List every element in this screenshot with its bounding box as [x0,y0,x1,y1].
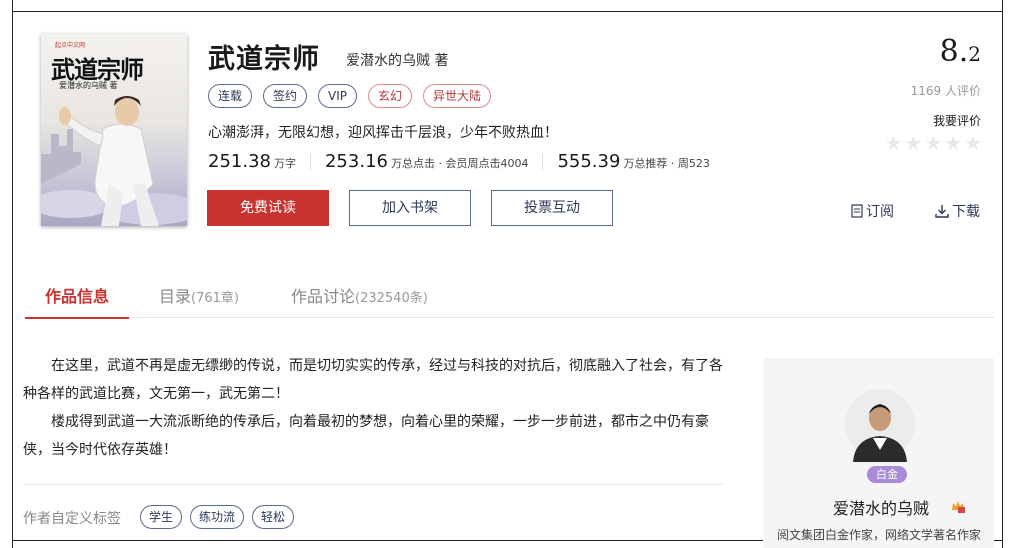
book-cover[interactable]: 起点中文网 武道宗师 爱潜水的乌贼 著 [41,34,187,226]
subscribe-label: 订阅 [866,204,894,220]
download-link[interactable]: 下载 [935,201,980,221]
stat-words: 251.38 万字 [208,151,296,172]
rate-link[interactable]: 我要评价 [933,112,981,129]
stat-words-unit: 万字 [273,157,296,170]
tab-catalog[interactable]: 目录(761章) [159,283,239,318]
author-level-badge: 白金 [867,466,907,483]
stat-clicks-value: 253.16 [324,151,388,172]
stat-separator [309,153,311,170]
download-label: 下载 [952,204,980,220]
frame-right-line [1002,0,1003,548]
stat-clicks-unit: 万总点击 · 会员周点击4004 [390,157,529,170]
stat-words-value: 251.38 [208,151,271,172]
book-slogan: 心潮澎湃，无限幻想，迎风挥击千层浪，少年不败热血！ [208,125,558,141]
stat-recommends-value: 555.39 [557,151,621,172]
tab-discussion[interactable]: 作品讨论(232540条) [291,283,428,318]
tab-label: 目录 [159,287,192,306]
cover-publisher: 起点中文网 [55,42,86,49]
tab-count: (761章) [191,291,239,306]
document-icon [851,204,863,218]
stat-recommends: 555.39 万总推荐 · 周523 [557,151,709,172]
book-author[interactable]: 爱潜水的乌贼 著 [346,50,448,70]
tab-label: 作品讨论 [291,287,356,306]
rating-count: 1169 人评价 [910,84,981,98]
book-title: 武道宗师 [208,44,320,75]
author-avatar[interactable] [845,386,915,462]
stat-separator [542,153,544,170]
rating-score-dec: 2 [968,42,981,66]
author-card: 白金 爱潜水的乌贼 阅文集团白金作家，网络文学著名作家 [763,358,994,548]
rating-score: 8.2 [940,34,981,69]
tag-serializing: 连载 [208,84,253,108]
download-icon [935,205,949,218]
tag-genre[interactable]: 玄幻 [368,84,413,108]
stat-clicks: 253.16 万总点击 · 会员周点击4004 [325,151,528,172]
intro-divider [23,484,723,485]
tab-count: (232540条) [355,291,428,306]
custom-tags: 学生 练功流 轻松 [140,505,295,529]
rating-stars[interactable]: ★ ★ ★ ★ ★ [884,131,982,155]
tab-book-info[interactable]: 作品信息 [24,283,130,319]
custom-tags-label: 作者自定义标签 [23,511,121,527]
subscribe-link[interactable]: 订阅 [851,201,894,221]
free-read-button[interactable]: 免费试读 [207,190,329,226]
star-icon[interactable]: ★ [884,131,902,155]
star-icon[interactable]: ★ [964,131,982,155]
frame-top-line [12,11,1003,12]
vote-button[interactable]: 投票互动 [491,190,613,226]
tag-vip: VIP [318,84,358,108]
book-tags: 连载 签约 VIP 玄幻 异世大陆 [208,84,492,108]
star-icon[interactable]: ★ [944,131,962,155]
book-intro: 在这里，武道不再是虚无缥缈的传说，而是切切实实的传承，经过与科技的对抗后，彻底融… [23,352,723,464]
custom-tag[interactable]: 轻松 [252,505,295,529]
intro-paragraph: 在这里，武道不再是虚无缥缈的传说，而是切切实实的传承，经过与科技的对抗后，彻底融… [23,358,723,402]
tag-subgenre[interactable]: 异世大陆 [423,84,492,108]
custom-tag[interactable]: 练功流 [190,505,245,529]
frame-left-line [12,0,13,548]
author-description: 阅文集团白金作家，网络文学著名作家 [777,528,982,542]
detail-tabs: 作品信息 目录(761章) 作品讨论(232540条) [23,283,994,319]
intro-paragraph: 楼成得到武道一大流派断绝的传承后，向着最初的梦想，向着心里的荣耀，一步一步前进，… [23,414,709,458]
star-icon[interactable]: ★ [924,131,942,155]
book-stats: 251.38 万字 253.16 万总点击 · 会员周点击4004 555.39… [208,151,710,172]
crown-icon [952,501,965,513]
custom-tag[interactable]: 学生 [140,505,183,529]
star-icon[interactable]: ★ [904,131,922,155]
author-name[interactable]: 爱潜水的乌贼 [833,495,929,519]
cover-author: 爱潜水的乌贼 著 [59,81,118,90]
rating-score-int: 8. [939,34,969,69]
tag-signed: 签约 [263,84,308,108]
add-to-shelf-button[interactable]: 加入书架 [349,190,471,226]
stat-recommends-unit: 万总推荐 · 周523 [623,157,710,170]
tab-label: 作品信息 [45,287,110,306]
